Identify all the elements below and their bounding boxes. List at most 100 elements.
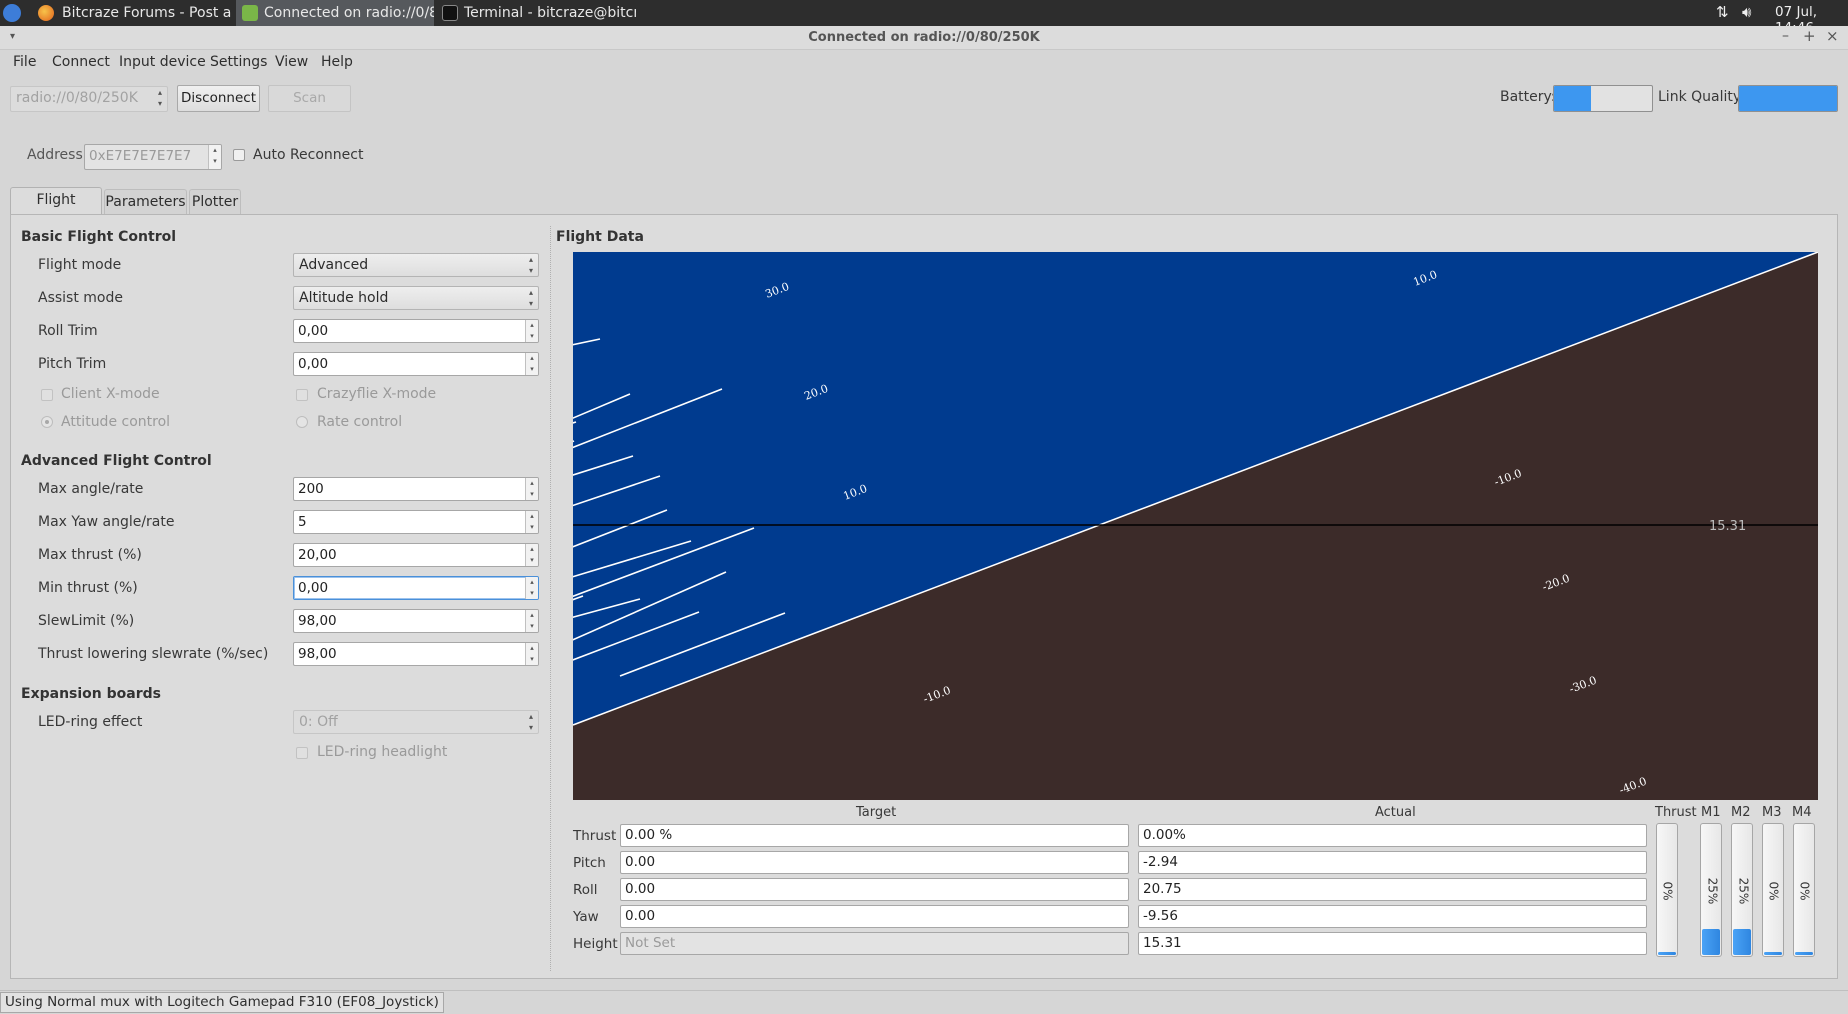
volume-icon[interactable]: 🔊︎ — [1742, 3, 1751, 21]
menu-settings[interactable]: Settings — [210, 54, 267, 70]
spin-arrows-icon: ▴ ▾ — [157, 88, 162, 108]
window-titlebar[interactable]: ▾ Connected on radio://0/80/250K – + × — [0, 26, 1848, 50]
max-angle-value: 200 — [298, 481, 324, 497]
bar-label-m4: M4 — [1792, 805, 1812, 820]
taskbar: Bitcraze Forums - Post a n... Connected … — [0, 0, 1848, 36]
taskbar-item-cfclient[interactable]: Connected on radio://0/80... — [236, 0, 434, 26]
spin-arrows-icon: ▴ ▾ — [528, 288, 533, 308]
flight-mode-value: Advanced — [299, 257, 369, 273]
spin-arrows-icon: ▴ ▾ — [528, 255, 533, 275]
attitude-control-radio[interactable] — [41, 416, 53, 428]
rate-control-label: Rate control — [317, 414, 403, 430]
scan-button[interactable]: Scan — [268, 85, 351, 112]
thrust-bar: 0% — [1656, 823, 1678, 957]
assist-mode-select[interactable]: Altitude hold ▴ ▾ — [293, 286, 539, 310]
min-thrust-value: 0,00 — [298, 580, 329, 596]
disconnect-button[interactable]: Disconnect — [177, 85, 260, 112]
max-yaw-value: 5 — [298, 514, 307, 530]
maximize-icon[interactable]: + — [1803, 27, 1816, 45]
client-xmode-checkbox[interactable] — [41, 389, 53, 401]
address-field[interactable]: 0xE7E7E7E7E7 ▴ ▾ — [84, 144, 222, 170]
splitter[interactable] — [550, 226, 552, 971]
app-menu-icon[interactable] — [3, 4, 21, 22]
max-thrust-value: 20,00 — [298, 547, 337, 563]
menu-input-device[interactable]: Input device — [119, 54, 206, 70]
bar-label-m3: M3 — [1762, 805, 1782, 820]
bar-label-m2: M2 — [1731, 805, 1751, 820]
assist-mode-label: Assist mode — [38, 290, 123, 306]
battery-bar-fill — [1554, 86, 1592, 111]
bar-text-wrap: 25% — [1732, 824, 1754, 958]
m1-bar: 25% — [1700, 823, 1722, 957]
bar-text-wrap: 0% — [1657, 824, 1679, 958]
led-effect-value: 0: Off — [299, 714, 338, 730]
spin-arrows-icon[interactable]: ▴ ▾ — [525, 544, 538, 566]
flight-mode-label: Flight mode — [38, 257, 122, 273]
firefox-icon — [38, 5, 54, 21]
basic-flight-control-title: Basic Flight Control — [21, 229, 177, 245]
cfclient-icon — [242, 5, 258, 21]
bar-text-wrap: 0% — [1794, 824, 1816, 958]
row-label-thrust: Thrust — [573, 828, 617, 844]
auto-reconnect-checkbox[interactable] — [233, 149, 245, 161]
pitch-trim-label: Pitch Trim — [38, 356, 107, 372]
max-thrust-field[interactable]: 20,00 ▴ ▾ — [293, 543, 539, 567]
taskbar-item-label: Terminal - bitcraze@bitcra... — [464, 5, 636, 21]
attitude-control-label: Attitude control — [61, 414, 171, 430]
led-headlight-label: LED-ring headlight — [317, 744, 448, 760]
spin-arrows-icon[interactable]: ▴ ▾ — [208, 145, 221, 169]
rate-control-radio[interactable] — [296, 416, 308, 428]
spin-arrows-icon: ▴ ▾ — [528, 712, 533, 732]
taskbar-item-terminal[interactable]: Terminal - bitcraze@bitcra... — [436, 0, 636, 26]
target-thrust: 0.00 % — [620, 824, 1129, 847]
menubar: File Connect Input device Settings View … — [0, 50, 1848, 76]
spin-arrows-icon[interactable]: ▴ ▾ — [525, 511, 538, 533]
actual-header: Actual — [1375, 805, 1416, 820]
advanced-flight-control-title: Advanced Flight Control — [21, 453, 212, 469]
bar-text: 0% — [1660, 881, 1675, 901]
tab-plotter[interactable]: Plotter — [189, 189, 241, 215]
radio-dot — [45, 420, 49, 424]
actual-roll: 20.75 — [1138, 878, 1647, 901]
spin-arrows-icon[interactable]: ▴ ▾ — [525, 478, 538, 500]
menu-file[interactable]: File — [13, 54, 36, 70]
slew-limit-field[interactable]: 98,00 ▴ ▾ — [293, 609, 539, 633]
target-yaw: 0.00 — [620, 905, 1129, 928]
roll-trim-label: Roll Trim — [38, 323, 98, 339]
uri-select[interactable]: radio://0/80/250K ▴ ▾ — [10, 86, 168, 112]
thrust-lowering-field[interactable]: 98,00 ▴ ▾ — [293, 642, 539, 666]
thrust-lowering-label: Thrust lowering slewrate (%/sec) — [38, 646, 269, 662]
window-title: Connected on radio://0/80/250K — [808, 30, 1040, 45]
spin-arrows-icon[interactable]: ▴ ▾ — [525, 353, 538, 375]
flight-mode-select[interactable]: Advanced ▴ ▾ — [293, 253, 539, 277]
menu-help[interactable]: Help — [321, 54, 353, 70]
taskbar-item-firefox[interactable]: Bitcraze Forums - Post a n... — [56, 0, 234, 26]
menu-connect[interactable]: Connect — [52, 54, 110, 70]
spin-arrows-icon[interactable]: ▴ ▾ — [525, 643, 538, 665]
bar-label-thrust: Thrust — [1655, 805, 1697, 820]
roll-trim-field[interactable]: 0,00 ▴ ▾ — [293, 319, 539, 343]
tab-parameters[interactable]: Parameters — [104, 189, 187, 215]
bar-text-wrap: 25% — [1701, 824, 1723, 958]
max-thrust-label: Max thrust (%) — [38, 547, 142, 563]
bar-text-wrap: 0% — [1763, 824, 1785, 958]
pitch-trim-value: 0,00 — [298, 356, 329, 372]
led-effect-select[interactable]: 0: Off ▴ ▾ — [293, 710, 539, 734]
crazyflie-xmode-checkbox[interactable] — [296, 389, 308, 401]
close-icon[interactable]: × — [1826, 27, 1839, 45]
expansion-boards-title: Expansion boards — [21, 686, 161, 702]
minimize-icon[interactable]: – — [1782, 28, 1789, 44]
spin-arrows-icon[interactable]: ▴ ▾ — [525, 320, 538, 342]
menu-view[interactable]: View — [275, 54, 308, 70]
spin-arrows-icon[interactable]: ▴ ▾ — [525, 577, 538, 599]
spin-arrows-icon[interactable]: ▴ ▾ — [525, 610, 538, 632]
battery-label: Battery: — [1500, 89, 1556, 105]
min-thrust-field[interactable]: 0,00 ▴ ▾ — [293, 576, 539, 600]
pitch-trim-field[interactable]: 0,00 ▴ ▾ — [293, 352, 539, 376]
max-yaw-field[interactable]: 5 ▴ ▾ — [293, 510, 539, 534]
m3-bar: 0% — [1762, 823, 1784, 957]
max-angle-field[interactable]: 200 ▴ ▾ — [293, 477, 539, 501]
tab-flight-control[interactable]: Flight Control — [10, 187, 102, 232]
led-headlight-checbox[interactable] — [296, 747, 308, 759]
network-icon[interactable]: ⇅ — [1716, 3, 1729, 21]
